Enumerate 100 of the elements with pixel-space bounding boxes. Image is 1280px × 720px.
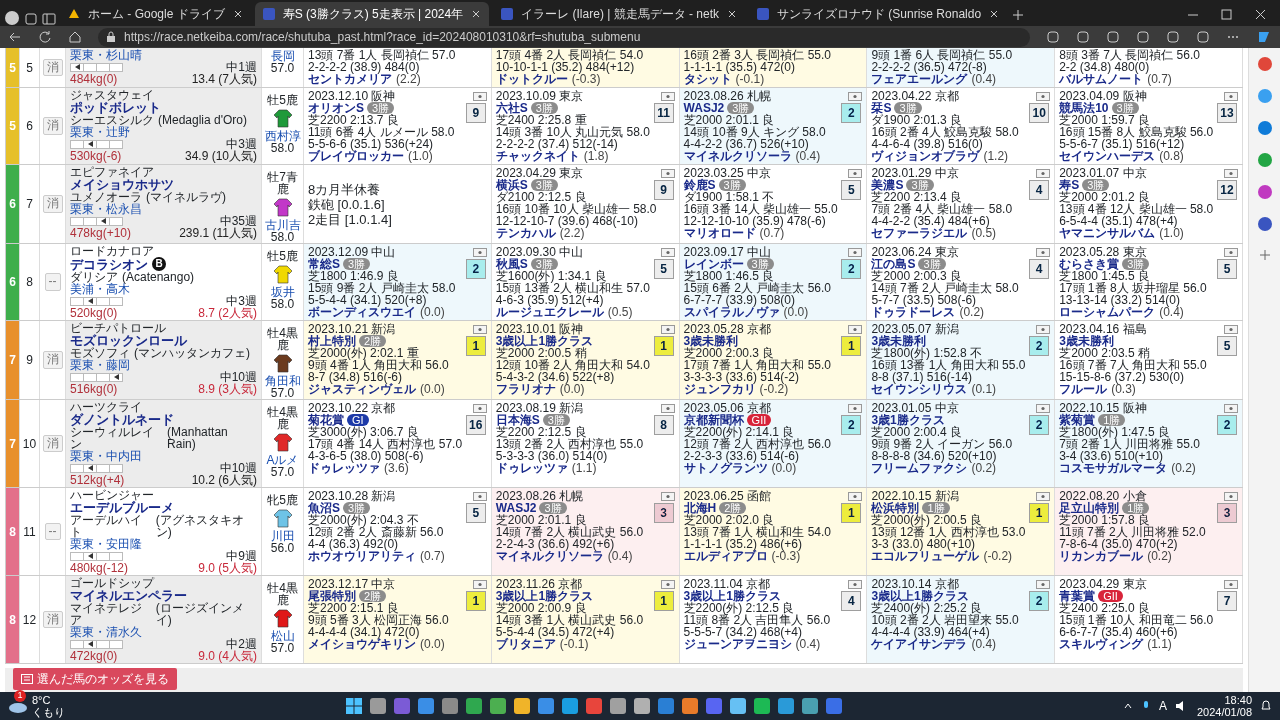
race-name[interactable]: むらさき賞	[1059, 258, 1120, 270]
app-icon[interactable]	[441, 698, 458, 714]
horse-name[interactable]: ポッドボレット	[70, 101, 161, 114]
jockey-name[interactable]: Aルメ	[266, 454, 299, 466]
race-name[interactable]: 横浜S	[495, 179, 528, 191]
browser-tab[interactable]: サンライズロナウド (Sunrise Ronaldo	[749, 2, 1008, 26]
video-icon[interactable]	[660, 324, 675, 334]
video-icon[interactable]	[848, 91, 863, 101]
race-name[interactable]: 3歳以上1勝クラス	[495, 590, 594, 602]
winner-name[interactable]: ドットクルー	[495, 73, 568, 85]
winner-name[interactable]: ブレイヴロッカー	[308, 150, 404, 162]
race-name[interactable]: 村上特別	[308, 335, 356, 347]
video-icon[interactable]	[472, 91, 487, 101]
odds-button[interactable]: 選んだ馬のオッズを見る	[13, 668, 177, 690]
race-name[interactable]: 3歳未勝利	[871, 335, 927, 347]
jockey-name[interactable]: 古川吉	[264, 219, 301, 231]
close-icon[interactable]	[471, 9, 482, 19]
video-icon[interactable]	[1224, 168, 1238, 178]
clock-time[interactable]: 18:40	[1224, 694, 1252, 706]
race-name[interactable]: 美濃S	[871, 179, 904, 191]
trainer-name[interactable]: 栗東・杉山晴	[70, 49, 142, 61]
trainer-name[interactable]: 栗東・安田隆	[70, 538, 142, 550]
winner-name[interactable]: スパイラルノヴァ	[683, 306, 780, 318]
video-icon[interactable]	[1036, 247, 1051, 257]
close-icon[interactable]	[232, 9, 243, 19]
race-name[interactable]: WASJ2	[683, 102, 725, 114]
race-name[interactable]: 紫菊賞	[1059, 414, 1096, 426]
video-icon[interactable]	[1036, 168, 1051, 178]
video-icon[interactable]	[472, 403, 487, 413]
app-icon[interactable]	[825, 698, 842, 714]
jockey-name[interactable]: 川田	[270, 530, 295, 542]
winner-name[interactable]: テンカハル	[495, 227, 556, 239]
race-name[interactable]: 栞S	[871, 102, 892, 114]
winner-name[interactable]: ヴィジョンオブラヴ	[871, 150, 980, 162]
winner-name[interactable]: ジューンアヲニヨシ	[683, 638, 792, 650]
app-icon[interactable]	[753, 698, 770, 714]
back-icon[interactable]	[8, 30, 22, 44]
winner-name[interactable]: メイショウゲキリン	[308, 638, 416, 650]
winner-name[interactable]: リカンカブール	[1059, 550, 1144, 562]
app-icon[interactable]	[417, 698, 434, 714]
race-name[interactable]: オリオンS	[308, 102, 364, 114]
video-icon[interactable]	[660, 247, 675, 257]
video-icon[interactable]	[660, 579, 675, 589]
winner-name[interactable]: サトノグランツ	[683, 462, 768, 474]
close-icon[interactable]	[989, 9, 1000, 19]
race-name[interactable]: 菊花賞	[308, 414, 344, 426]
app-icon[interactable]	[585, 698, 602, 714]
winner-name[interactable]: ジャスティンヴェル	[308, 383, 416, 395]
scratch-button[interactable]: 消	[42, 58, 63, 77]
scratch-button[interactable]: 消	[42, 195, 63, 213]
jockey-name[interactable]: 西村淳	[264, 130, 301, 142]
trainer-name[interactable]: 栗東・辻野	[70, 126, 130, 138]
winner-name[interactable]: ブリタニア	[495, 638, 556, 650]
app-icon[interactable]	[1256, 56, 1273, 72]
winner-name[interactable]: チャックネイト	[495, 150, 580, 162]
race-name[interactable]: 京都新聞杯	[683, 414, 744, 426]
app-icon[interactable]	[1256, 216, 1273, 232]
profile-icon[interactable]	[4, 10, 20, 26]
app-icon[interactable]	[489, 698, 506, 714]
app-icon[interactable]	[369, 698, 386, 714]
horse-name[interactable]: メイショウホサツ	[70, 178, 174, 191]
app-icon[interactable]	[729, 698, 746, 714]
race-name[interactable]: 六社S	[495, 102, 528, 114]
winner-name[interactable]: ヤマニンサルバム	[1059, 227, 1156, 239]
video-icon[interactable]	[472, 491, 487, 501]
winner-name[interactable]: マイネルクリソーラ	[683, 150, 792, 162]
race-name[interactable]: 常総S	[308, 258, 340, 270]
winner-name[interactable]: ルージュエクレール	[495, 306, 604, 318]
app-icon[interactable]	[705, 698, 722, 714]
winner-name[interactable]: フリームファクシ	[871, 462, 968, 474]
jockey-name[interactable]: 長岡	[270, 50, 295, 62]
race-name[interactable]: 秋風S	[495, 258, 528, 270]
app-icon[interactable]	[1256, 184, 1273, 200]
video-icon[interactable]	[848, 247, 863, 257]
race-name[interactable]: 3歳以上1勝クラス	[683, 590, 781, 602]
video-icon[interactable]	[1224, 324, 1238, 334]
winner-name[interactable]: フラリオナ	[495, 383, 556, 395]
app-icon[interactable]	[777, 698, 794, 714]
winner-name[interactable]: フェアエールング	[871, 73, 968, 85]
app-icon[interactable]	[561, 698, 578, 714]
jockey-name[interactable]: 松山	[270, 630, 295, 642]
scratch-button[interactable]: 消	[42, 610, 63, 629]
video-icon[interactable]	[660, 168, 675, 178]
winner-name[interactable]: スキルヴィング	[1059, 638, 1144, 650]
race-name[interactable]: WASJ2	[495, 502, 537, 514]
winner-name[interactable]: ジュンフカリ	[683, 383, 756, 395]
scratch-button[interactable]: --	[44, 522, 61, 541]
scratch-button[interactable]: 消	[42, 117, 63, 135]
app-icon[interactable]	[609, 698, 626, 714]
app-icon[interactable]	[1256, 120, 1273, 136]
race-name[interactable]: 鈴鹿S	[683, 179, 716, 191]
horse-name[interactable]: デコラシオン	[70, 257, 148, 271]
race-name[interactable]: レインボー	[683, 258, 744, 270]
video-icon[interactable]	[472, 579, 487, 589]
race-name[interactable]: 3歳以上1勝クラス	[495, 335, 594, 347]
app-icon[interactable]	[537, 698, 554, 714]
video-icon[interactable]	[1036, 403, 1051, 413]
race-name[interactable]: 3歳未勝利	[1059, 335, 1114, 347]
race-name[interactable]: 青葉賞	[1059, 590, 1096, 602]
bell-icon[interactable]	[1260, 700, 1272, 712]
